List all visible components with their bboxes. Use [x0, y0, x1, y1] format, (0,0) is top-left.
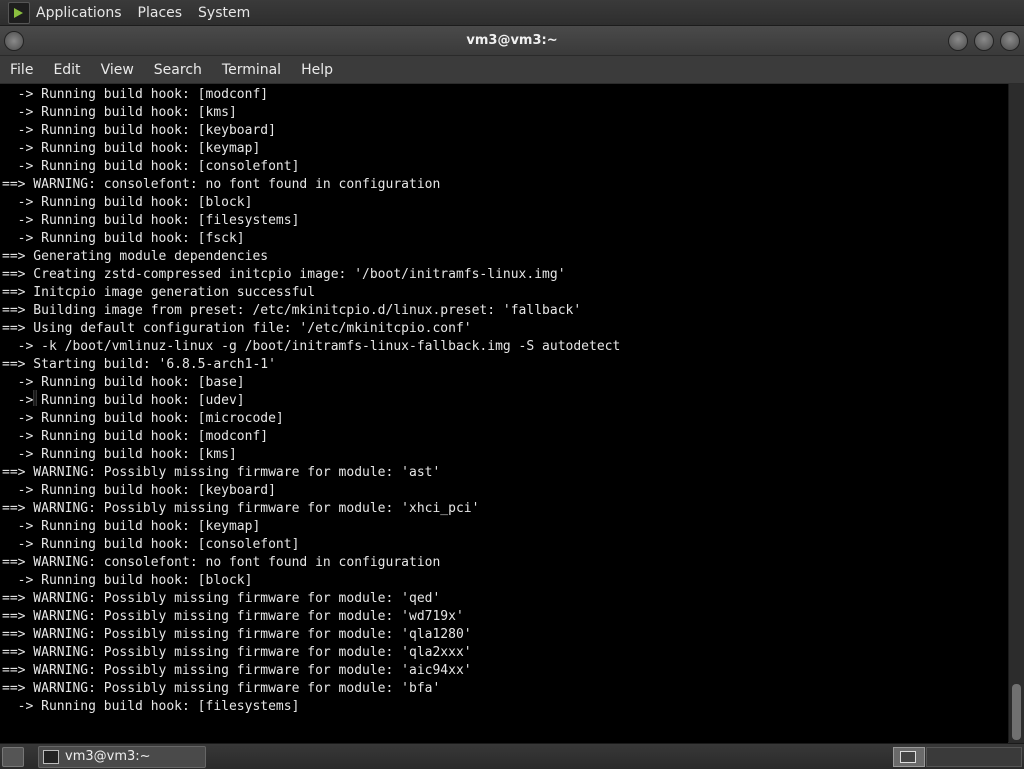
terminal-line: -> Running build hook: [keymap]	[2, 141, 261, 156]
terminal-line: ==> WARNING: Possibly missing firmware f…	[2, 609, 464, 624]
close-button[interactable]	[1000, 31, 1020, 51]
bottom-taskbar: vm3@vm3:~	[0, 743, 1024, 769]
terminal-line: -> Running build hook: [fsck]	[2, 231, 245, 246]
menu-help[interactable]: Help	[301, 62, 333, 78]
terminal-line: -> Running build hook: [block]	[2, 573, 253, 588]
workspace-window-icon	[900, 751, 916, 763]
terminal-scrollbar[interactable]	[1008, 84, 1024, 742]
scrollbar-thumb[interactable]	[1012, 684, 1021, 740]
minimize-button[interactable]	[948, 31, 968, 51]
show-desktop-icon[interactable]	[2, 746, 24, 767]
menu-view[interactable]: View	[101, 62, 134, 78]
menu-terminal[interactable]: Terminal	[222, 62, 281, 78]
menu-file[interactable]: File	[10, 62, 33, 78]
workspace-switcher-2[interactable]	[926, 747, 1022, 767]
terminal-line: ==> WARNING: Possibly missing firmware f…	[2, 465, 441, 480]
terminal-line: ==> WARNING: Possibly missing firmware f…	[2, 663, 472, 678]
terminal-line: -> -k /boot/vmlinuz-linux -g /boot/initr…	[2, 339, 621, 354]
terminal-line: -> Running build hook: [block]	[2, 195, 253, 210]
terminal-line: -> Running build hook: [filesystems]	[2, 213, 300, 228]
terminal-icon	[43, 749, 59, 764]
menu-edit[interactable]: Edit	[53, 62, 80, 78]
terminal-line: ==> Starting build: '6.8.5-arch1-1'	[2, 357, 276, 372]
terminal-line: -> Running build hook: [udev]	[2, 393, 245, 408]
terminal-line: -> Running build hook: [keyboard]	[2, 483, 276, 498]
terminal-menubar: File Edit View Search Terminal Help	[0, 56, 1024, 83]
terminal-line: ==> WARNING: Possibly missing firmware f…	[2, 627, 472, 642]
menu-applications[interactable]: Applications	[36, 5, 122, 21]
window-menu-icon[interactable]	[4, 31, 24, 51]
top-panel: Applications Places System	[0, 0, 1024, 26]
applications-logo-icon[interactable]	[8, 1, 30, 24]
terminal-line: -> Running build hook: [filesystems]	[2, 699, 300, 714]
terminal-line: ==> Using default configuration file: '/…	[2, 321, 472, 336]
terminal-line: ==> WARNING: Possibly missing firmware f…	[2, 591, 441, 606]
terminal-line: -> Running build hook: [microcode]	[2, 411, 284, 426]
maximize-button[interactable]	[974, 31, 994, 51]
workspace-switcher-1[interactable]	[893, 747, 925, 767]
terminal-output[interactable]: -> Running build hook: [modconf] -> Runn…	[0, 84, 1008, 744]
terminal-line: ==> WARNING: consolefont: no font found …	[2, 555, 441, 570]
taskbar-window-button[interactable]: vm3@vm3:~	[38, 745, 206, 768]
menu-system[interactable]: System	[198, 5, 250, 21]
terminal-line: -> Running build hook: [consolefont]	[2, 159, 300, 174]
menu-places[interactable]: Places	[138, 5, 183, 21]
terminal-line: -> Running build hook: [keymap]	[2, 519, 261, 534]
terminal-line: ==> Creating zstd-compressed initcpio im…	[2, 267, 566, 282]
terminal-line: -> Running build hook: [keyboard]	[2, 123, 276, 138]
mouse-ibeam-cursor-icon	[33, 390, 37, 406]
terminal-line: -> Running build hook: [kms]	[2, 447, 237, 462]
menu-search[interactable]: Search	[154, 62, 202, 78]
terminal-line: -> Running build hook: [consolefont]	[2, 537, 300, 552]
terminal-line: ==> Initcpio image generation successful	[2, 285, 316, 300]
window-title: vm3@vm3:~	[466, 33, 558, 48]
terminal-line: ==> WARNING: Possibly missing firmware f…	[2, 501, 480, 516]
terminal-line: ==> WARNING: Possibly missing firmware f…	[2, 645, 472, 660]
taskbar-window-label: vm3@vm3:~	[65, 749, 151, 764]
terminal-line: -> Running build hook: [modconf]	[2, 87, 269, 102]
terminal-line: -> Running build hook: [modconf]	[2, 429, 269, 444]
terminal-line: ==> WARNING: consolefont: no font found …	[2, 177, 441, 192]
terminal-line: -> Running build hook: [kms]	[2, 105, 237, 120]
terminal-line: ==> Generating module dependencies	[2, 249, 269, 264]
terminal-line: -> Running build hook: [base]	[2, 375, 245, 390]
window-titlebar[interactable]: vm3@vm3:~	[0, 26, 1024, 56]
terminal-line: ==> Building image from preset: /etc/mki…	[2, 303, 582, 318]
terminal-line: ==> WARNING: Possibly missing firmware f…	[2, 681, 441, 696]
